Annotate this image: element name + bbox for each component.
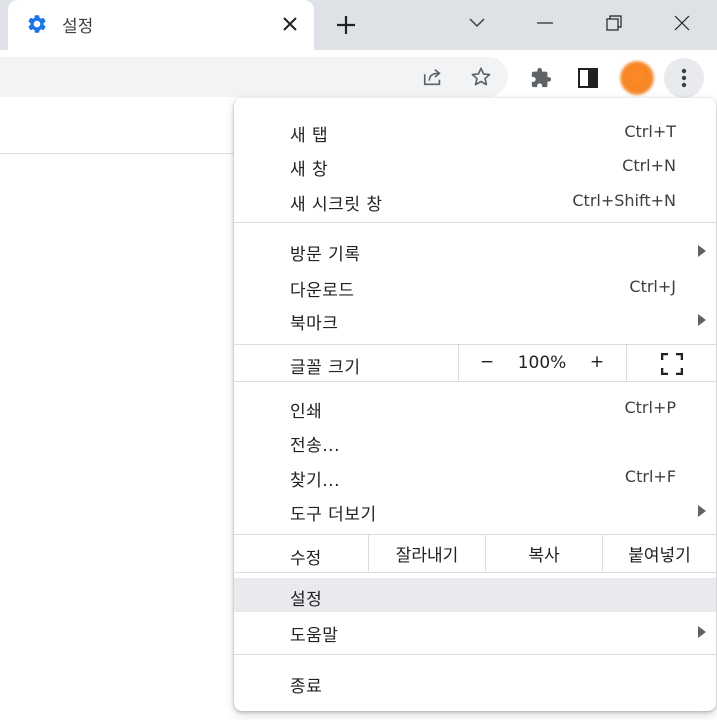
submenu-arrow-icon (698, 505, 706, 517)
menu-item-downloads[interactable]: 다운로드 Ctrl+J (234, 269, 716, 303)
menu-item-label: 찾기... (290, 471, 340, 491)
menu-item-bookmarks[interactable]: 북마크 (234, 302, 716, 336)
tab-settings[interactable]: 설정 (8, 0, 314, 50)
menu-item-settings[interactable]: 설정 (234, 578, 716, 612)
menu-separator (234, 381, 716, 382)
zoom-divider (626, 345, 627, 381)
bookmark-star-icon[interactable] (468, 64, 494, 90)
menu-item-label: 설정 (290, 590, 323, 610)
submenu-arrow-icon (698, 314, 706, 326)
paste-button[interactable]: 붙여넣기 (603, 535, 716, 571)
menu-item-new-window[interactable]: 새 창 Ctrl+N (234, 148, 716, 182)
copy-button[interactable]: 복사 (486, 535, 602, 571)
edit-label: 수정 (290, 549, 322, 569)
new-tab-button[interactable] (333, 12, 359, 38)
menu-item-new-tab[interactable]: 새 탭 Ctrl+T (234, 114, 716, 148)
menu-item-shortcut: Ctrl+F (624, 467, 676, 486)
menu-item-shortcut: Ctrl+Shift+N (572, 191, 676, 210)
submenu-arrow-icon (698, 245, 706, 257)
extensions-icon[interactable] (528, 65, 554, 91)
edit-row: 수정 잘라내기 복사 붙여넣기 (234, 535, 716, 571)
toolbar (0, 50, 717, 100)
close-window-icon[interactable] (667, 10, 697, 36)
menu-item-shortcut: Ctrl+N (622, 156, 676, 175)
tab-strip: 설정 (0, 0, 717, 50)
zoom-in-button[interactable]: + (582, 352, 612, 372)
close-icon[interactable] (278, 12, 302, 36)
menu-separator (234, 222, 716, 223)
zoom-label: 글꼴 크기 (290, 358, 361, 378)
minimize-icon[interactable] (530, 10, 560, 36)
menu-item-label: 전송... (290, 436, 340, 456)
page-divider (0, 153, 240, 154)
menu-item-label: 새 시크릿 창 (290, 195, 383, 215)
menu-item-shortcut: Ctrl+J (629, 277, 676, 296)
profile-avatar[interactable] (620, 61, 654, 95)
menu-item-incognito[interactable]: 새 시크릿 창 Ctrl+Shift+N (234, 183, 716, 217)
restore-icon[interactable] (599, 10, 629, 36)
submenu-arrow-icon (698, 626, 706, 638)
menu-separator (234, 654, 716, 655)
zoom-out-button[interactable]: − (472, 352, 502, 372)
menu-item-label: 인쇄 (290, 402, 323, 422)
share-icon[interactable] (420, 64, 446, 90)
side-panel-icon[interactable] (575, 65, 601, 91)
menu-item-label: 북마크 (290, 314, 339, 334)
zoom-divider (458, 345, 459, 381)
address-bar[interactable] (0, 57, 508, 97)
menu-item-exit[interactable]: 종료 (234, 665, 716, 699)
menu-item-label: 새 탭 (290, 126, 329, 146)
tab-search-icon[interactable] (462, 10, 492, 36)
menu-item-label: 도구 더보기 (290, 505, 377, 525)
menu-item-history[interactable]: 방문 기록 (234, 233, 716, 267)
menu-item-help[interactable]: 도움말 (234, 614, 716, 648)
zoom-row: 글꼴 크기 − 100% + (234, 345, 716, 381)
menu-item-find[interactable]: 찾기... Ctrl+F (234, 459, 716, 493)
gear-icon (26, 13, 48, 35)
menu-item-label: 새 창 (290, 160, 329, 180)
more-menu-button[interactable] (664, 58, 704, 98)
menu-item-label: 도움말 (290, 626, 339, 646)
menu-item-more-tools[interactable]: 도구 더보기 (234, 493, 716, 527)
menu-item-label: 방문 기록 (290, 245, 361, 265)
menu-item-shortcut: Ctrl+P (624, 398, 676, 417)
menu-item-label: 종료 (290, 677, 323, 697)
menu-item-cast[interactable]: 전송... (234, 424, 716, 458)
tab-title: 설정 (62, 17, 94, 37)
chrome-main-menu: 새 탭 Ctrl+T 새 창 Ctrl+N 새 시크릿 창 Ctrl+Shift… (234, 98, 716, 711)
fullscreen-icon[interactable] (660, 352, 684, 376)
menu-separator (234, 572, 716, 573)
menu-item-shortcut: Ctrl+T (624, 122, 676, 141)
menu-item-label: 다운로드 (290, 281, 355, 301)
zoom-value: 100% (517, 353, 567, 373)
cut-button[interactable]: 잘라내기 (369, 535, 485, 571)
menu-item-print[interactable]: 인쇄 Ctrl+P (234, 390, 716, 424)
